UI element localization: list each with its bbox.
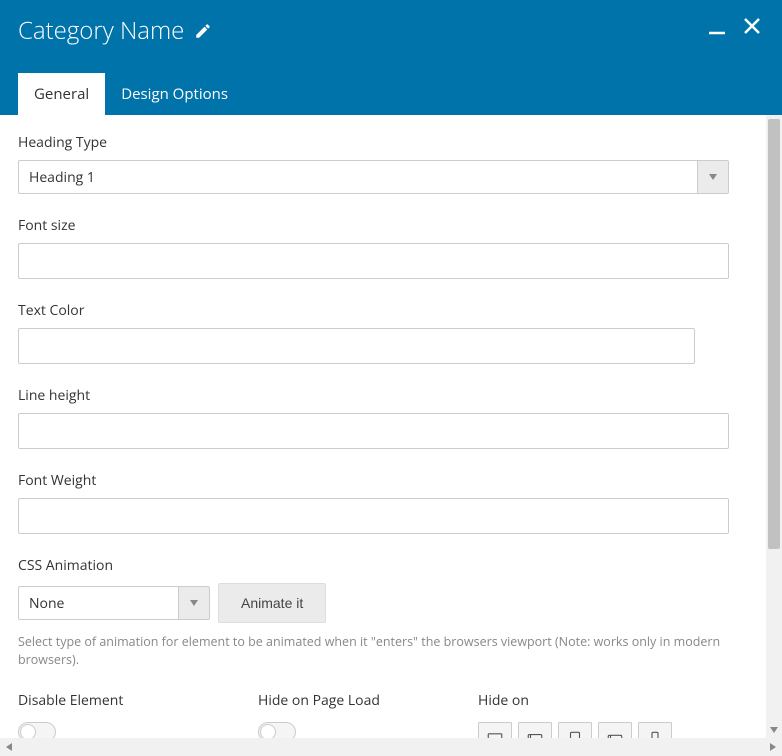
vertical-scrollbar[interactable]: [766, 115, 782, 738]
heading-type-value: Heading 1: [18, 160, 697, 194]
device-phone-portrait-icon[interactable]: [638, 722, 672, 738]
font-size-field: Font size: [18, 216, 748, 279]
hide-on-load-label: Hide on Page Load: [258, 691, 478, 710]
page-title: Category Name: [18, 14, 184, 47]
css-animation-label: CSS Animation: [18, 556, 748, 575]
dialog-header: Category Name General Design Options: [0, 0, 782, 115]
horizontal-scrollbar[interactable]: [0, 738, 782, 756]
title-row: Category Name: [0, 0, 782, 47]
chevron-down-icon[interactable]: [178, 586, 210, 620]
text-color-input[interactable]: [18, 328, 695, 364]
disable-element-label: Disable Element: [18, 691, 258, 710]
heading-type-field: Heading Type Heading 1: [18, 133, 748, 194]
device-tablet-landscape-icon[interactable]: [518, 722, 552, 738]
settings-dialog: Category Name General Design Options Hea…: [0, 0, 782, 756]
device-buttons: [478, 722, 748, 738]
text-color-field: Text Color: [18, 301, 748, 364]
device-desktop-icon[interactable]: [478, 722, 512, 738]
disable-element-toggle[interactable]: [18, 722, 56, 738]
css-animation-field: CSS Animation None Animate it Select typ…: [18, 556, 748, 669]
general-panel: Heading Type Heading 1 Font size Text Co…: [0, 115, 766, 738]
dialog-body: Heading Type Heading 1 Font size Text Co…: [0, 115, 782, 738]
animate-it-button[interactable]: Animate it: [218, 583, 326, 623]
font-weight-input[interactable]: [18, 498, 729, 534]
css-animation-row: None Animate it: [18, 583, 748, 623]
font-weight-label: Font Weight: [18, 471, 748, 490]
tab-design-options[interactable]: Design Options: [105, 73, 244, 115]
scroll-right-icon[interactable]: [764, 738, 782, 756]
hide-on-label: Hide on: [478, 691, 748, 710]
hide-on-load-field: Hide on Page Load: [258, 691, 478, 738]
disable-element-field: Disable Element: [18, 691, 258, 738]
device-tablet-portrait-icon[interactable]: [558, 722, 592, 738]
css-animation-help: Select type of animation for element to …: [18, 633, 748, 669]
hide-on-field: Hide on: [478, 691, 748, 738]
heading-type-select[interactable]: Heading 1: [18, 160, 729, 194]
scroll-down-icon[interactable]: [766, 722, 782, 738]
text-color-label: Text Color: [18, 301, 748, 320]
bottom-options-row: Disable Element Hide on Page Load Hide o…: [18, 691, 748, 738]
scroll-left-icon[interactable]: [0, 738, 18, 756]
tab-general[interactable]: General: [18, 73, 105, 115]
line-height-field: Line height: [18, 386, 748, 449]
css-animation-select[interactable]: None: [18, 586, 210, 620]
font-size-input[interactable]: [18, 243, 729, 279]
minimize-icon[interactable]: [708, 18, 726, 41]
window-controls: [708, 16, 762, 41]
css-animation-value: None: [18, 586, 178, 620]
font-weight-field: Font Weight: [18, 471, 748, 534]
font-size-label: Font size: [18, 216, 748, 235]
heading-type-label: Heading Type: [18, 133, 748, 152]
chevron-down-icon[interactable]: [697, 160, 729, 194]
edit-title-icon[interactable]: [194, 22, 212, 40]
hide-on-load-toggle[interactable]: [258, 722, 296, 738]
scroll-thumb[interactable]: [768, 119, 780, 549]
line-height-label: Line height: [18, 386, 748, 405]
tabs: General Design Options: [18, 73, 244, 115]
device-phone-landscape-icon[interactable]: [598, 722, 632, 738]
line-height-input[interactable]: [18, 413, 729, 449]
close-icon[interactable]: [742, 16, 762, 41]
